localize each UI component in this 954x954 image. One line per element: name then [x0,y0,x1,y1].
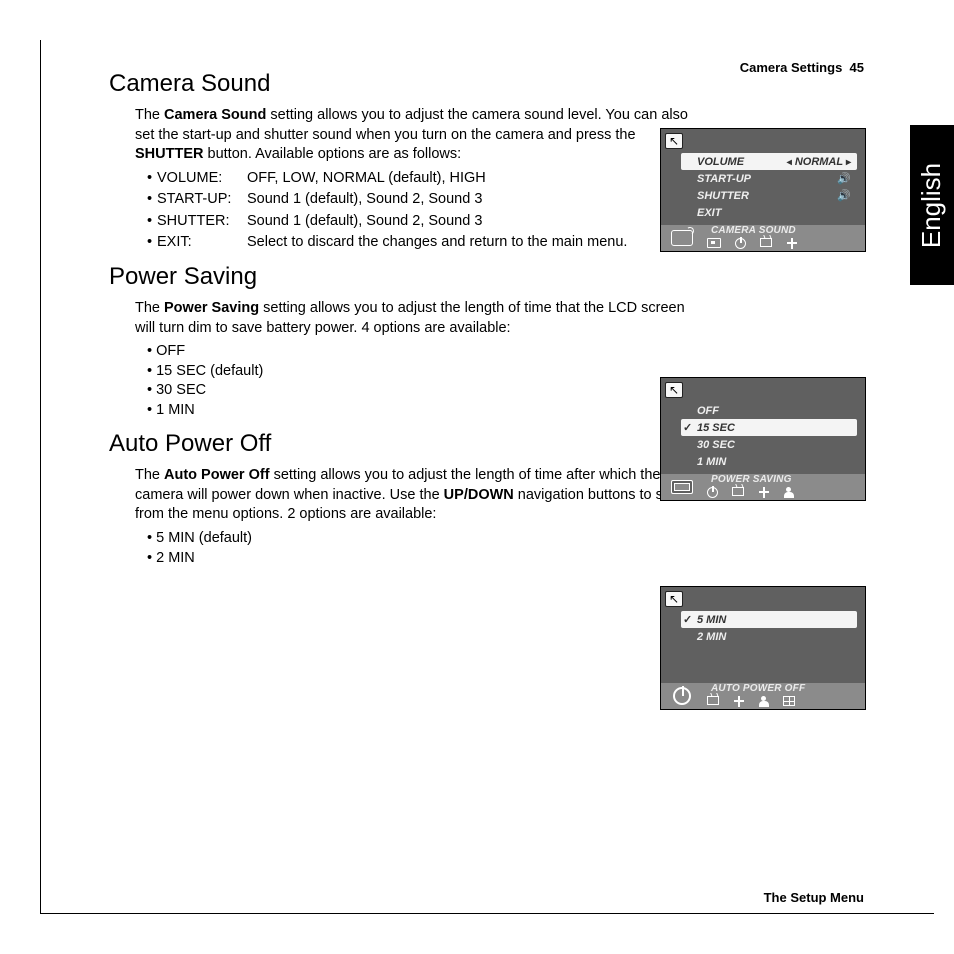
language-label: English [917,162,948,247]
usb-icon [758,487,770,498]
icon-tray [707,696,795,707]
menu-title: AUTO POWER OFF [711,683,805,694]
menu-item-2min[interactable]: 2 MIN [681,628,857,645]
screenshot-auto-power-off: ↖ ✓5 MIN 2 MIN AUTO POWER OFF [660,586,866,710]
menu-item-startup[interactable]: START-UP 🔊 [681,170,857,187]
lcd-icon [667,476,697,498]
check-icon: ✓ [683,613,692,626]
usb-icon [786,238,798,249]
menu-item-30sec[interactable]: 30 SEC [681,436,857,453]
sound-icon: 🔊 [837,172,851,185]
person-icon [759,696,769,707]
intro-auto-power-off: The Auto Power Off setting allows you to… [135,466,695,525]
intro-camera-sound: The Camera Sound setting allows you to a… [135,106,695,165]
menu-item-off[interactable]: OFF [681,402,857,419]
body-auto-power-off: The Auto Power Off setting allows you to… [135,466,695,568]
header-section: Camera Settings [740,60,843,75]
menu-item-15sec[interactable]: ✓15 SEC [681,419,857,436]
menu-item-volume[interactable]: VOLUME ◂ NORMAL ▸ [681,153,857,170]
bottom-bar: AUTO POWER OFF [661,683,865,709]
screenshot-power-saving: ↖ OFF ✓15 SEC 30 SEC 1 MIN POWER SAVING [660,377,866,501]
power-icon [707,487,718,498]
menu-title: CAMERA SOUND [711,225,796,236]
menu-item-shutter[interactable]: SHUTTER 🔊 [681,187,857,204]
tv-icon [760,238,772,247]
power-icon [735,238,746,249]
wrench-icon: ↖ [665,591,683,607]
menu-item-5min[interactable]: ✓5 MIN [681,611,857,628]
intro-power-saving: The Power Saving setting allows you to a… [135,299,695,338]
wrench-icon: ↖ [665,133,683,149]
rect-icon [707,238,721,248]
header-page: 45 [850,60,864,75]
bottom-bar: CAMERA SOUND [661,225,865,251]
icon-tray [707,238,798,249]
heading-power-saving: Power Saving [109,263,924,291]
page-header: Camera Settings 45 [740,60,864,75]
bottom-bar: POWER SAVING [661,474,865,500]
page-footer: The Setup Menu [764,890,864,905]
check-icon: ✓ [683,421,692,434]
camera-icon [667,227,697,249]
tv-icon [732,487,744,496]
tv-icon [707,696,719,705]
body-power-saving: The Power Saving setting allows you to a… [135,299,695,420]
menu-item-1min[interactable]: 1 MIN [681,453,857,470]
usb-icon [733,696,745,707]
menu-item-exit[interactable]: EXIT [681,204,857,221]
body-camera-sound: The Camera Sound setting allows you to a… [135,106,695,253]
wrench-icon: ↖ [665,382,683,398]
sound-icon: 🔊 [837,189,851,202]
menu-list: OFF ✓15 SEC 30 SEC 1 MIN [681,402,857,470]
person-icon [784,487,794,498]
power-icon [667,685,697,707]
menu-list: ✓5 MIN 2 MIN [681,611,857,645]
options-camera-sound: •VOLUME:OFF, LOW, NORMAL (default), HIGH… [147,169,695,253]
language-tab: English [910,125,954,285]
screenshot-camera-sound: ↖ VOLUME ◂ NORMAL ▸ START-UP 🔊 SHUTTER 🔊… [660,128,866,252]
menu-title: POWER SAVING [711,474,792,485]
options-power-saving: OFF 15 SEC (default) 30 SEC 1 MIN [147,342,695,420]
grid-icon [783,696,795,706]
menu-list: VOLUME ◂ NORMAL ▸ START-UP 🔊 SHUTTER 🔊 E… [681,153,857,221]
manual-page: Camera Settings 45 English Camera Sound … [40,40,934,914]
options-auto-power-off: 5 MIN (default) 2 MIN [147,529,695,568]
icon-tray [707,487,794,498]
